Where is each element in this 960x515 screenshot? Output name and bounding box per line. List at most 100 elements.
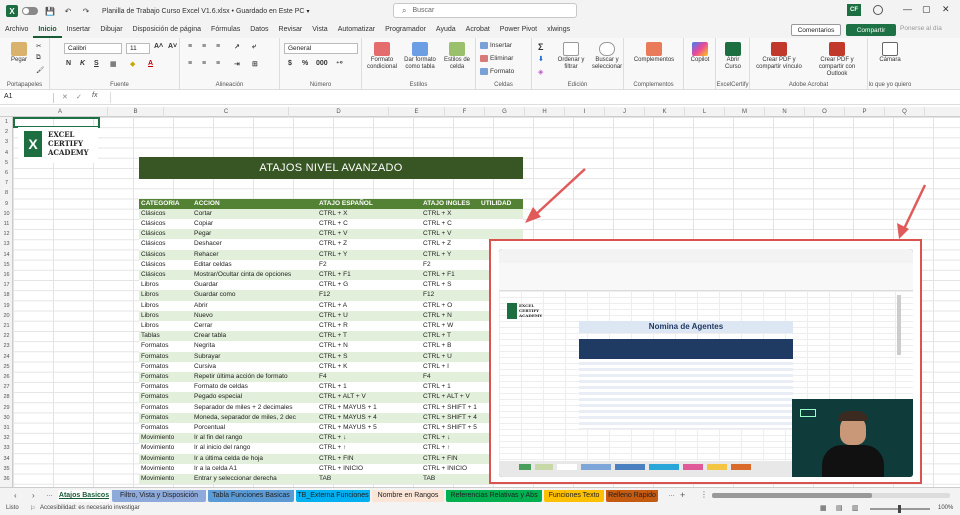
search-input[interactable]: ⌕ Buscar xyxy=(393,3,577,18)
tab-overflow-icon[interactable]: … xyxy=(668,491,675,498)
row-header[interactable]: 9 xyxy=(0,199,13,209)
column-header[interactable]: P xyxy=(845,107,885,117)
table-cell[interactable]: CTRL + X xyxy=(319,209,421,219)
thousands-icon[interactable]: 000 xyxy=(316,60,328,67)
share-button[interactable]: Compartir xyxy=(846,24,896,36)
column-header[interactable]: E xyxy=(389,107,445,117)
row-header[interactable]: 13 xyxy=(0,239,13,249)
table-cell[interactable]: CTRL + 1 xyxy=(423,382,479,392)
table-cell[interactable]: Formatos xyxy=(141,362,193,372)
tab-archivo[interactable]: Archivo xyxy=(0,22,33,38)
autosave-toggle[interactable] xyxy=(22,7,38,15)
table-cell[interactable]: Libros xyxy=(141,321,193,331)
row-header[interactable]: 8 xyxy=(0,188,13,198)
cut-icon[interactable]: ✂ xyxy=(36,42,41,50)
table-cell[interactable]: CTRL + MAYUS + 4 xyxy=(319,413,421,423)
row-header[interactable]: 34 xyxy=(0,454,13,464)
table-cell[interactable]: Clásicos xyxy=(141,260,193,270)
decimal-icon[interactable]: ⁺⁰ xyxy=(336,60,343,68)
table-cell[interactable]: CTRL + F1 xyxy=(319,270,421,280)
table-cell[interactable]: CTRL + N xyxy=(423,311,479,321)
bold-button[interactable]: N xyxy=(66,60,71,67)
table-cell[interactable]: Separador de miles + 2 decimales xyxy=(194,403,318,413)
table-cell[interactable]: Clásicos xyxy=(141,209,193,219)
sheet-tab[interactable]: Relleno Rapido xyxy=(606,490,658,502)
accessibility-status[interactable]: Accesibilidad: es necesario investigar xyxy=(40,505,140,511)
tab-revisar[interactable]: Revisar xyxy=(274,22,308,38)
extension-badge[interactable]: CF xyxy=(847,4,861,16)
chevron-down-icon[interactable]: ▾ xyxy=(306,8,309,15)
table-cell[interactable]: CTRL + ↑ xyxy=(423,443,479,453)
table-cell[interactable]: Movimiento xyxy=(141,464,193,474)
table-cell[interactable]: Movimiento xyxy=(141,454,193,464)
table-cell[interactable]: Copiar xyxy=(194,219,318,229)
row-header[interactable]: 7 xyxy=(0,178,13,188)
zoom-slider[interactable] xyxy=(870,505,930,513)
redo-icon[interactable]: ↷ xyxy=(80,5,92,17)
column-header[interactable]: J xyxy=(605,107,645,117)
table-cell[interactable]: CTRL + ↓ xyxy=(423,433,479,443)
table-cell[interactable]: CTRL + V xyxy=(319,229,421,239)
table-cell[interactable]: CTRL + B xyxy=(423,341,479,351)
online-button[interactable]: Ponerse al día xyxy=(900,25,942,32)
pdf-link-button[interactable]: Crear PDF y compartir vínculo xyxy=(752,42,806,71)
sheet-tab[interactable]: Tabla Funciones Basicas xyxy=(208,490,294,502)
zoom-level[interactable]: 100% xyxy=(938,505,953,511)
sheet-tab[interactable]: TB_Externa Funciones xyxy=(296,490,370,502)
table-cell[interactable]: Repetir última acción de formato xyxy=(194,372,318,382)
format-as-table-button[interactable]: Dar formato como tabla xyxy=(402,42,438,71)
orientation-icon[interactable]: ↗ xyxy=(234,43,240,51)
close-icon[interactable]: ✕ xyxy=(942,4,950,15)
align-right-icon[interactable]: ≡ xyxy=(216,60,220,67)
table-cell[interactable]: TAB xyxy=(319,474,421,484)
increase-font-icon[interactable]: A˄ xyxy=(154,43,163,50)
delete-button[interactable]: Eliminar xyxy=(480,55,513,62)
column-header[interactable]: A xyxy=(13,107,108,117)
table-cell[interactable]: CTRL + ↑ xyxy=(319,443,421,453)
table-cell[interactable]: F2 xyxy=(423,260,479,270)
table-cell[interactable]: Clásicos xyxy=(141,250,193,260)
table-cell[interactable]: CTRL + SHIFT + 5 xyxy=(423,423,479,433)
row-header[interactable]: 28 xyxy=(0,392,13,402)
row-header[interactable]: 5 xyxy=(0,158,13,168)
fill-icon[interactable]: ⬇ xyxy=(538,55,544,63)
table-cell[interactable]: Clásicos xyxy=(141,270,193,280)
format-painter-icon[interactable]: 🖌 xyxy=(36,66,44,74)
table-cell[interactable]: Movimiento xyxy=(141,474,193,484)
table-cell[interactable]: Ir al inicio del rango xyxy=(194,443,318,453)
column-header[interactable]: Q xyxy=(885,107,925,117)
complements-button[interactable]: Complementos xyxy=(632,42,676,64)
row-header[interactable]: 29 xyxy=(0,403,13,413)
column-header[interactable]: M xyxy=(725,107,765,117)
row-header[interactable]: 19 xyxy=(0,301,13,311)
normal-view-icon[interactable]: ▦ xyxy=(820,504,827,512)
column-header[interactable]: O xyxy=(805,107,845,117)
column-header[interactable]: F xyxy=(445,107,485,117)
open-course-button[interactable]: Abrir Curso xyxy=(718,42,748,71)
table-cell[interactable]: Negrita xyxy=(194,341,318,351)
table-cell[interactable]: Formatos xyxy=(141,382,193,392)
table-cell[interactable]: Formatos xyxy=(141,392,193,402)
row-header[interactable]: 1 xyxy=(0,117,13,127)
table-cell[interactable]: F4 xyxy=(319,372,421,382)
row-header[interactable]: 35 xyxy=(0,464,13,474)
minimize-icon[interactable]: — xyxy=(903,4,912,14)
autosum-icon[interactable]: Σ xyxy=(538,42,543,52)
add-sheet-icon[interactable]: + xyxy=(680,490,685,500)
column-header[interactable]: L xyxy=(685,107,725,117)
table-cell[interactable]: CTRL + W xyxy=(423,321,479,331)
table-cell[interactable]: Pegado especial xyxy=(194,392,318,402)
column-header[interactable]: B xyxy=(108,107,164,117)
table-cell[interactable]: CTRL + MAYUS + 1 xyxy=(319,403,421,413)
table-cell[interactable]: TAB xyxy=(423,474,479,484)
save-icon[interactable]: 💾 xyxy=(44,5,56,17)
table-cell[interactable]: Crear tabla xyxy=(194,331,318,341)
function-icon[interactable]: fx xyxy=(92,92,97,99)
row-header[interactable]: 32 xyxy=(0,433,13,443)
row-header[interactable]: 30 xyxy=(0,413,13,423)
table-cell[interactable]: Ir a última celda de hoja xyxy=(194,454,318,464)
table-cell[interactable]: ATAJO INGLES xyxy=(423,199,479,209)
format-button[interactable]: Formato xyxy=(480,68,514,75)
sheet-tab[interactable]: Nombre en Rangos xyxy=(372,490,444,502)
table-cell[interactable]: CTRL + T xyxy=(423,331,479,341)
